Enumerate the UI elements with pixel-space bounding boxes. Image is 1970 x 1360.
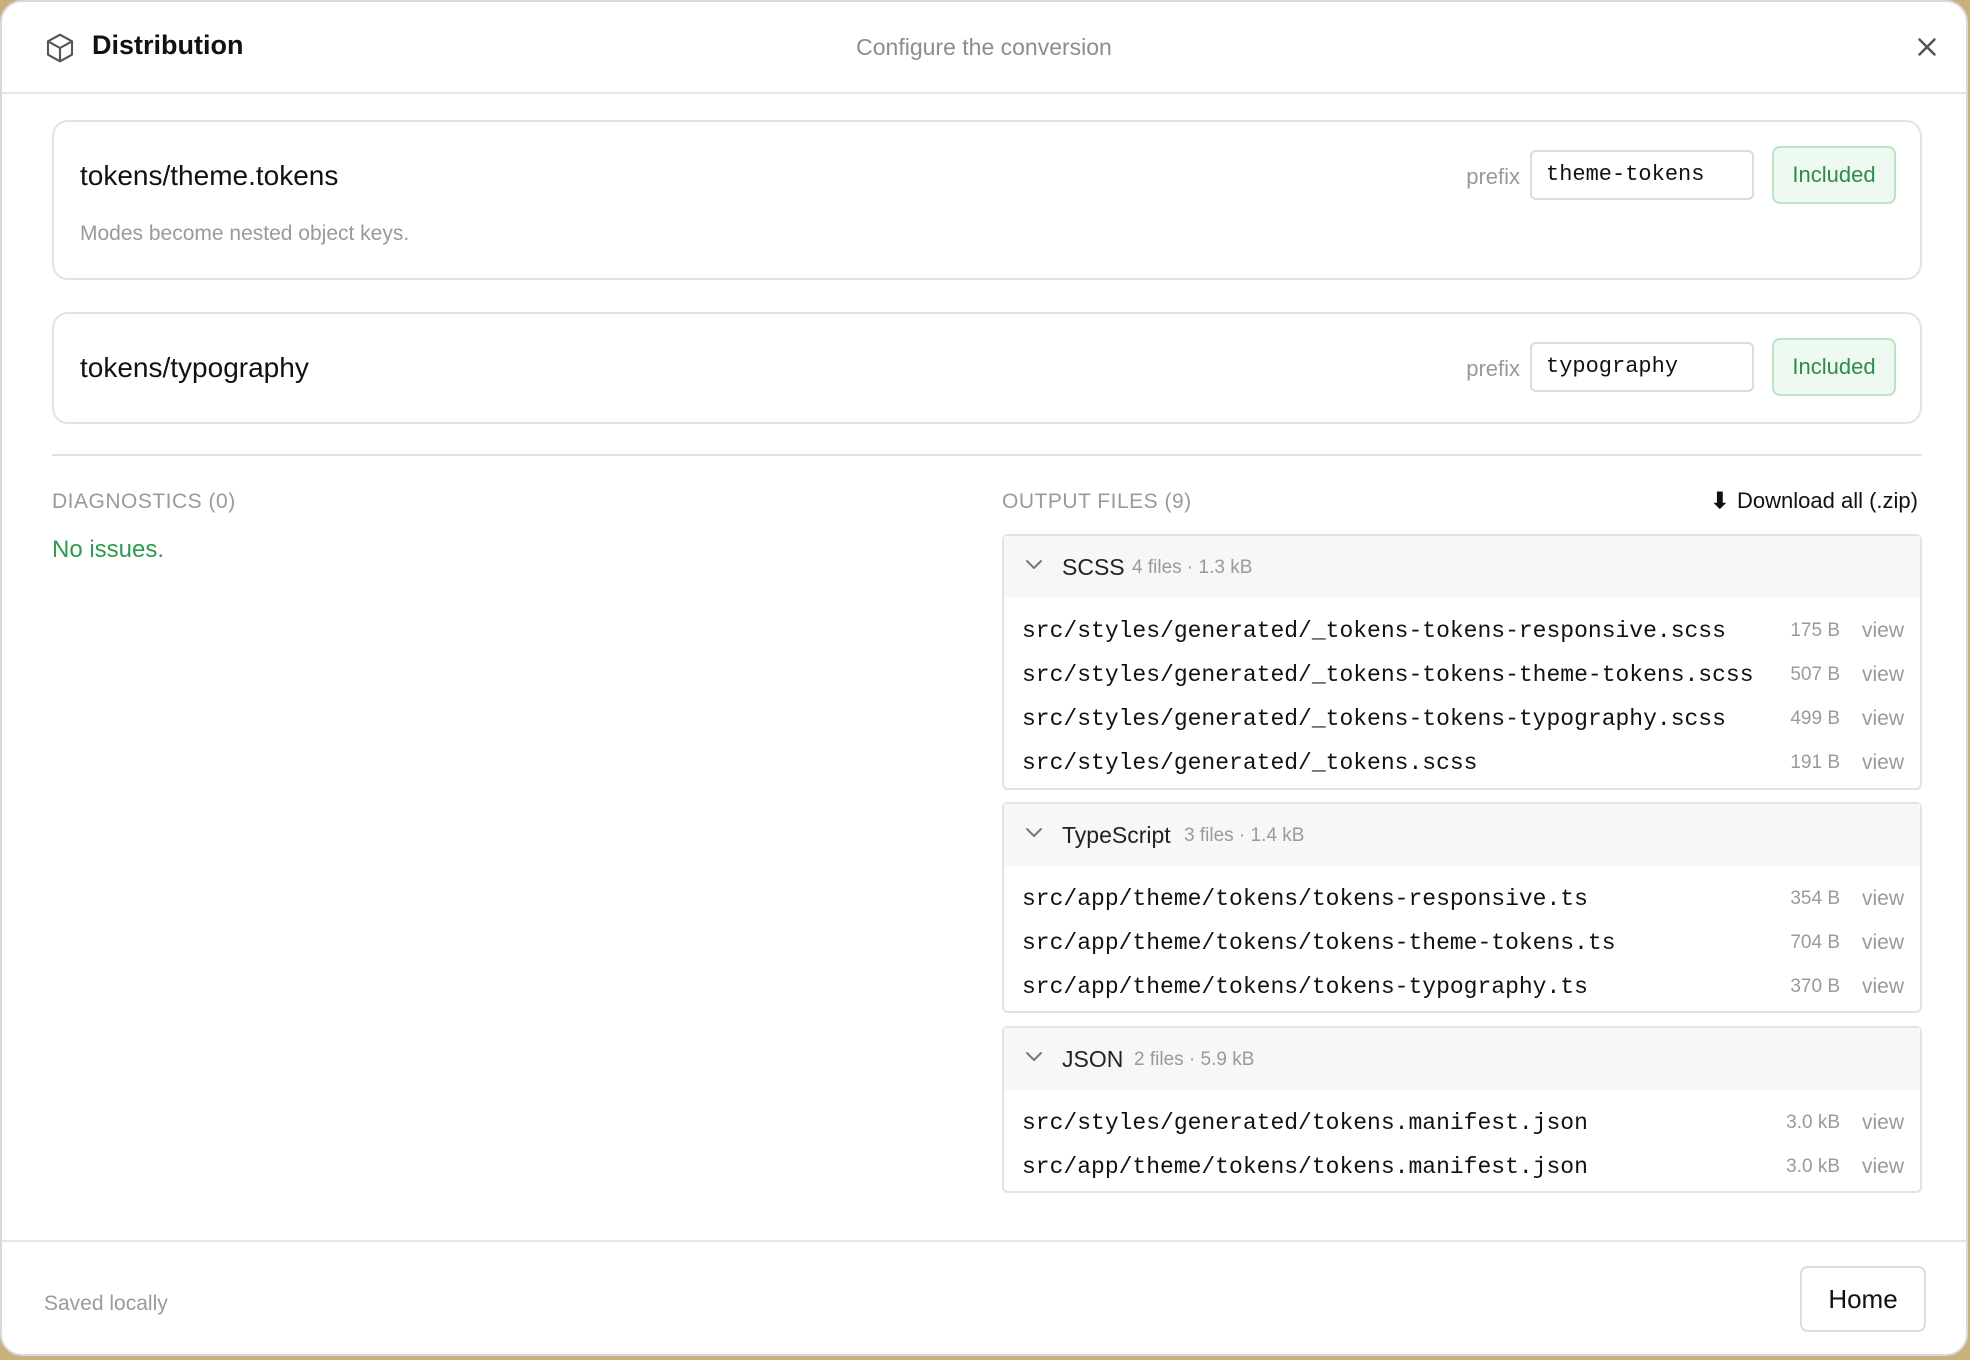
view-link[interactable]: view [1862, 1155, 1904, 1179]
token-card-typography: tokens/typography prefix typography Incl… [52, 312, 1922, 424]
group-header-typescript[interactable]: TypeScript 3 files · 1.4 kB [1004, 804, 1920, 866]
chevron-down-icon [1026, 828, 1042, 837]
file-row: src/app/theme/tokens/tokens.manifest.jso… [1004, 1146, 1920, 1190]
file-path: src/app/theme/tokens/tokens-typography.t… [1022, 974, 1588, 1000]
file-size: 370 B [1790, 976, 1840, 997]
dialog-subtitle: Configure the conversion [856, 34, 1112, 60]
included-toggle[interactable]: Included [1772, 146, 1896, 204]
output-group-scss: SCSS 4 files · 1.3 kB src/styles/generat… [1002, 534, 1922, 790]
prefix-input[interactable]: typography [1530, 342, 1754, 392]
file-row: src/styles/generated/_tokens-tokens-typo… [1004, 698, 1920, 742]
token-card-theme: tokens/theme.tokens Modes become nested … [52, 120, 1922, 280]
view-link[interactable]: view [1862, 931, 1904, 955]
save-status: Saved locally [44, 1292, 168, 1315]
diagnostics-label: DIAGNOSTICS (0) [52, 490, 236, 513]
view-link[interactable]: view [1862, 707, 1904, 731]
group-meta: 4 files · 1.3 kB [1132, 557, 1253, 578]
file-row: src/styles/generated/_tokens-tokens-them… [1004, 654, 1920, 698]
prefix-input[interactable]: theme-tokens [1530, 150, 1754, 200]
file-row: src/app/theme/tokens/tokens-typography.t… [1004, 966, 1920, 1010]
group-name: JSON [1062, 1046, 1124, 1072]
file-row: src/app/theme/tokens/tokens-theme-tokens… [1004, 922, 1920, 966]
output-group-typescript: TypeScript 3 files · 1.4 kB src/app/them… [1002, 802, 1922, 1013]
diagnostics-message: No issues. [52, 536, 165, 563]
view-link[interactable]: view [1862, 751, 1904, 775]
token-description: Modes become nested object keys. [80, 222, 410, 245]
group-name: SCSS [1062, 554, 1125, 580]
dialog-footer: Saved locally Home [2, 1240, 1966, 1354]
output-group-json: JSON 2 files · 5.9 kB src/styles/generat… [1002, 1026, 1922, 1193]
included-toggle[interactable]: Included [1772, 338, 1896, 396]
file-row: src/styles/generated/_tokens-tokens-resp… [1004, 610, 1920, 654]
group-header-scss[interactable]: SCSS 4 files · 1.3 kB [1004, 536, 1920, 598]
view-link[interactable]: view [1862, 975, 1904, 999]
file-row: src/styles/generated/_tokens.scss 191 B … [1004, 742, 1920, 786]
view-link[interactable]: view [1862, 663, 1904, 687]
file-size: 499 B [1790, 708, 1840, 729]
file-path: src/styles/generated/tokens.manifest.jso… [1022, 1110, 1588, 1136]
output-files-label: OUTPUT FILES (9) [1002, 490, 1192, 513]
group-name: TypeScript [1062, 822, 1171, 848]
chevron-down-icon [1026, 1052, 1042, 1061]
file-size: 3.0 kB [1786, 1156, 1840, 1177]
download-icon: ⬇ [1710, 488, 1730, 513]
file-row: src/app/theme/tokens/tokens-responsive.t… [1004, 878, 1920, 922]
file-path: src/styles/generated/_tokens.scss [1022, 750, 1478, 776]
file-path: src/app/theme/tokens/tokens.manifest.jso… [1022, 1154, 1588, 1180]
prefix-label: prefix [1466, 356, 1520, 381]
close-icon[interactable] [1912, 32, 1942, 62]
dialog-header: Distribution Configure the conversion [2, 2, 1966, 94]
download-all-button[interactable]: ⬇ Download all (.zip) [1711, 488, 1918, 514]
file-size: 175 B [1790, 620, 1840, 641]
file-size: 507 B [1790, 664, 1840, 685]
file-path: src/app/theme/tokens/tokens-responsive.t… [1022, 886, 1588, 912]
view-link[interactable]: view [1862, 619, 1904, 643]
group-meta: 3 files · 1.4 kB [1184, 825, 1305, 846]
file-path: src/styles/generated/_tokens-tokens-typo… [1022, 706, 1726, 732]
token-name: tokens/typography [80, 352, 309, 383]
file-row: src/styles/generated/tokens.manifest.jso… [1004, 1102, 1920, 1146]
group-header-json[interactable]: JSON 2 files · 5.9 kB [1004, 1028, 1920, 1090]
view-link[interactable]: view [1862, 1111, 1904, 1135]
file-size: 3.0 kB [1786, 1112, 1840, 1133]
section-divider [52, 454, 1922, 456]
file-path: src/app/theme/tokens/tokens-theme-tokens… [1022, 930, 1616, 956]
token-name: tokens/theme.tokens [80, 160, 339, 191]
file-path: src/styles/generated/_tokens-tokens-them… [1022, 662, 1754, 688]
file-size: 191 B [1790, 752, 1840, 773]
chevron-down-icon [1026, 560, 1042, 569]
distribution-dialog: Distribution Configure the conversion to… [0, 0, 1968, 1356]
download-all-label: Download all (.zip) [1737, 488, 1918, 513]
file-path: src/styles/generated/_tokens-tokens-resp… [1022, 618, 1726, 644]
file-size: 704 B [1790, 932, 1840, 953]
prefix-label: prefix [1466, 164, 1520, 189]
view-link[interactable]: view [1862, 887, 1904, 911]
home-button[interactable]: Home [1800, 1266, 1926, 1332]
file-size: 354 B [1790, 888, 1840, 909]
group-meta: 2 files · 5.9 kB [1134, 1049, 1255, 1070]
